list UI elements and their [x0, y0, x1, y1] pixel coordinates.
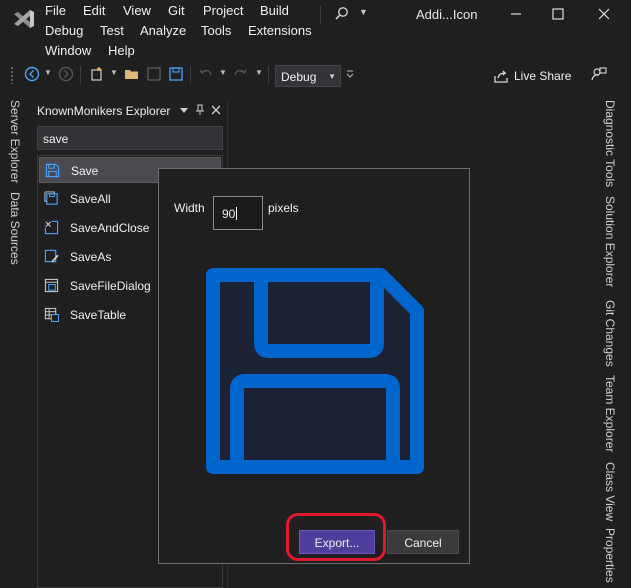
- export-button[interactable]: Export...: [299, 530, 375, 554]
- text-caret: [236, 207, 238, 220]
- width-input[interactable]: 90: [213, 196, 263, 230]
- menu-build[interactable]: Build: [260, 3, 289, 18]
- tab-class-view[interactable]: Class View: [603, 462, 617, 521]
- configuration-value: Debug: [281, 70, 317, 84]
- navigate-back-icon[interactable]: [24, 66, 40, 82]
- new-project-dropdown-icon[interactable]: ▼: [110, 68, 118, 77]
- minimize-icon[interactable]: [506, 4, 526, 24]
- floppy-disk-icon: [45, 163, 60, 178]
- panel-title-bar: KnownMonikers Explorer: [32, 100, 228, 122]
- menu-git[interactable]: Git: [168, 3, 185, 18]
- list-item-label: SaveAs: [70, 250, 112, 264]
- tab-diagnostic-tools[interactable]: Diagnostic Tools: [603, 100, 617, 187]
- menu-extensions[interactable]: Extensions: [248, 23, 312, 38]
- toolbar-overflow-icon[interactable]: [346, 66, 354, 82]
- solution-configuration-dropdown[interactable]: Debug ▼: [275, 65, 341, 87]
- menu-view[interactable]: View: [123, 3, 151, 18]
- toolbar-separator: [190, 66, 191, 84]
- feedback-icon[interactable]: [591, 66, 607, 82]
- menu-project[interactable]: Project: [203, 3, 243, 18]
- new-project-icon[interactable]: [89, 66, 105, 82]
- menu-analyze[interactable]: Analyze: [140, 23, 186, 38]
- list-item-label: SaveFileDialog: [70, 279, 151, 293]
- tab-server-explorer[interactable]: Server Explorer: [8, 100, 22, 183]
- width-value: 90: [222, 207, 238, 221]
- panel-title: KnownMonikers Explorer: [37, 104, 171, 118]
- list-item-label: SaveAndClose: [70, 221, 150, 235]
- maximize-icon[interactable]: [548, 4, 568, 24]
- list-item-label: Save: [71, 164, 99, 178]
- export-moniker-dialog: Width 90 pixels Export... Cancel: [158, 168, 470, 564]
- toolbar-separator: [80, 66, 81, 84]
- tab-git-changes[interactable]: Git Changes: [603, 300, 617, 367]
- menu-edit[interactable]: Edit: [83, 3, 105, 18]
- live-share-icon: [494, 70, 508, 83]
- save-all-icon[interactable]: [168, 66, 184, 82]
- tab-solution-explorer[interactable]: Solution Explorer: [603, 196, 617, 287]
- right-tool-window-strip: Diagnostic Tools Solution Explorer Git C…: [600, 98, 631, 588]
- cancel-button[interactable]: Cancel: [387, 530, 459, 554]
- redo-dropdown-icon[interactable]: ▼: [255, 68, 263, 77]
- search-value: save: [43, 132, 69, 146]
- tab-team-explorer[interactable]: Team Explorer: [603, 375, 617, 452]
- menu-tools[interactable]: Tools: [201, 23, 231, 38]
- tab-data-sources[interactable]: Data Sources: [8, 192, 22, 265]
- pin-icon[interactable]: [194, 104, 206, 116]
- list-item-label: SaveAll: [70, 192, 111, 206]
- menu-test[interactable]: Test: [100, 23, 124, 38]
- window-position-dropdown-icon[interactable]: [178, 104, 190, 116]
- redo-icon[interactable]: [232, 66, 248, 82]
- save-and-close-icon: [44, 220, 59, 235]
- menu-window[interactable]: Window: [45, 43, 91, 58]
- save-all-icon: [44, 191, 58, 205]
- chevron-down-icon: ▼: [328, 72, 336, 81]
- navigate-back-dropdown-icon[interactable]: ▼: [44, 68, 52, 77]
- title-bar: File Edit View Git Project Build Debug T…: [0, 0, 631, 62]
- toolbar-separator: [268, 66, 269, 84]
- toolbar-grip[interactable]: [10, 66, 14, 84]
- pixels-unit-label: pixels: [268, 201, 299, 215]
- standard-toolbar: ▼ ▼ ▼ ▼ Debug ▼ Live Share: [0, 62, 631, 88]
- title-divider: [320, 6, 321, 24]
- width-label: Width: [174, 201, 205, 215]
- live-share-label: Live Share: [514, 69, 572, 83]
- undo-dropdown-icon[interactable]: ▼: [219, 68, 227, 77]
- close-window-icon[interactable]: [594, 4, 614, 24]
- undo-icon[interactable]: [198, 66, 214, 82]
- menu-debug[interactable]: Debug: [45, 23, 83, 38]
- search-dropdown-icon[interactable]: ▼: [359, 7, 368, 17]
- menu-file[interactable]: File: [45, 3, 66, 18]
- navigate-forward-icon[interactable]: [58, 66, 74, 82]
- search-icon[interactable]: [335, 6, 349, 20]
- list-item-label: SaveTable: [70, 308, 127, 322]
- moniker-search-input[interactable]: save: [37, 126, 223, 150]
- save-table-icon: [44, 307, 59, 322]
- tab-properties[interactable]: Properties: [603, 528, 617, 583]
- window-title: Addi...Icon: [416, 7, 478, 22]
- save-icon[interactable]: [146, 66, 162, 82]
- save-as-icon: [44, 249, 59, 263]
- floppy-disk-icon: [206, 268, 424, 474]
- close-panel-icon[interactable]: [210, 104, 222, 116]
- open-folder-icon[interactable]: [124, 66, 140, 82]
- visual-studio-logo-icon: [14, 10, 34, 28]
- menu-help[interactable]: Help: [108, 43, 135, 58]
- save-file-dialog-icon: [44, 278, 59, 293]
- left-tool-window-strip: Server Explorer Data Sources: [0, 98, 28, 588]
